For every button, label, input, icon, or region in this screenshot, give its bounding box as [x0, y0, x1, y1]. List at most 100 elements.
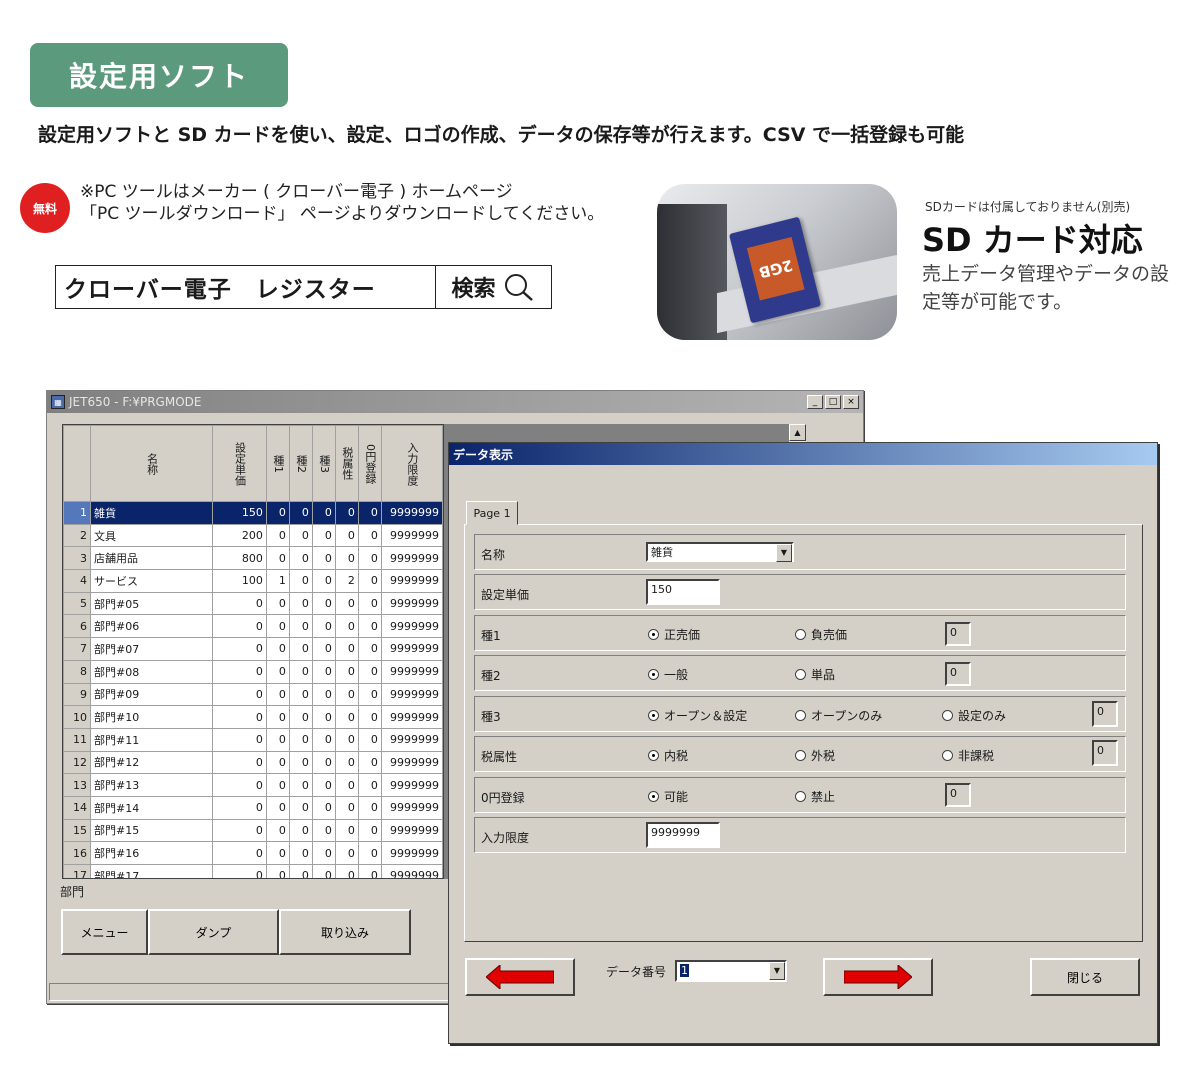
cell-price[interactable]: 0 [212, 659, 267, 684]
cell-tax[interactable]: 0 [334, 546, 359, 571]
col-header-s1[interactable]: 種1 [265, 425, 290, 502]
cell-limit[interactable]: 9999999 [380, 773, 443, 797]
cell-price[interactable]: 800 [212, 546, 267, 571]
cell-s3[interactable]: 0 [311, 546, 336, 571]
table-row[interactable]: 7 部門#07 0 0 0 0 0 0 9999999 [63, 637, 443, 661]
table-row[interactable]: 17 部門#17 0 0 0 0 0 0 9999999 [63, 864, 443, 878]
cell-s2[interactable]: 0 [288, 659, 313, 684]
cell-s2[interactable]: 0 [288, 501, 313, 525]
cell-tax[interactable]: 0 [334, 727, 359, 752]
cell-s1[interactable]: 0 [265, 727, 290, 752]
table-row[interactable]: 1 雑貨 150 0 0 0 0 0 9999999 [63, 501, 443, 525]
cell-s2[interactable]: 0 [288, 795, 313, 820]
cell-tax[interactable]: 2 [334, 569, 359, 593]
row-number[interactable]: 2 [63, 523, 91, 548]
cell-price[interactable]: 0 [212, 682, 267, 707]
cell-tax[interactable]: 0 [334, 795, 359, 820]
price-input[interactable]: 150 [646, 579, 720, 605]
cell-zero[interactable]: 0 [357, 818, 382, 843]
cell-s1[interactable]: 0 [265, 614, 290, 639]
cell-name[interactable]: 部門#06 [89, 614, 214, 639]
cell-name[interactable]: 雑貨 [89, 501, 214, 525]
cell-limit[interactable]: 9999999 [380, 841, 443, 865]
row-number[interactable]: 9 [63, 682, 91, 707]
cell-s2[interactable]: 0 [288, 705, 313, 729]
row-number[interactable]: 12 [63, 750, 91, 775]
cell-name[interactable]: 部門#10 [89, 705, 214, 729]
cell-name[interactable]: 部門#15 [89, 818, 214, 843]
next-button[interactable] [823, 958, 933, 996]
table-row[interactable]: 6 部門#06 0 0 0 0 0 0 9999999 [63, 614, 443, 639]
row-number[interactable]: 17 [63, 864, 91, 878]
cell-s3[interactable]: 0 [311, 750, 336, 775]
cell-price[interactable]: 0 [212, 727, 267, 752]
row-number[interactable]: 4 [63, 569, 91, 593]
cell-tax[interactable]: 0 [334, 501, 359, 525]
table-row[interactable]: 11 部門#11 0 0 0 0 0 0 9999999 [63, 727, 443, 752]
cell-s2[interactable]: 0 [288, 591, 313, 616]
cell-zero[interactable]: 0 [357, 523, 382, 548]
row-number[interactable]: 10 [63, 705, 91, 729]
table-row[interactable]: 16 部門#16 0 0 0 0 0 0 9999999 [63, 841, 443, 865]
row-number[interactable]: 16 [63, 841, 91, 865]
table-row[interactable]: 13 部門#13 0 0 0 0 0 0 9999999 [63, 773, 443, 797]
cell-zero[interactable]: 0 [357, 727, 382, 752]
s3-radio-open-and-set[interactable]: オープン＆設定 [648, 707, 747, 724]
table-row[interactable]: 12 部門#12 0 0 0 0 0 0 9999999 [63, 750, 443, 775]
cell-tax[interactable]: 0 [334, 864, 359, 878]
cell-s3[interactable]: 0 [311, 614, 336, 639]
cell-zero[interactable]: 0 [357, 659, 382, 684]
cell-limit[interactable]: 9999999 [380, 750, 443, 775]
cell-limit[interactable]: 9999999 [380, 501, 443, 525]
cell-price[interactable]: 200 [212, 523, 267, 548]
cell-name[interactable]: 店舗用品 [89, 546, 214, 571]
table-row[interactable]: 10 部門#10 0 0 0 0 0 0 9999999 [63, 705, 443, 729]
table-row[interactable]: 9 部門#09 0 0 0 0 0 0 9999999 [63, 682, 443, 707]
cell-s1[interactable]: 0 [265, 864, 290, 878]
limit-input[interactable]: 9999999 [646, 822, 720, 848]
s1-radio-positive[interactable]: 正売価 [648, 626, 700, 643]
cell-s3[interactable]: 0 [311, 637, 336, 661]
search-button[interactable]: 検索 [436, 266, 551, 308]
row-number[interactable]: 7 [63, 637, 91, 661]
col-header-s3[interactable]: 種3 [311, 425, 336, 502]
cell-zero[interactable]: 0 [357, 682, 382, 707]
cell-tax[interactable]: 0 [334, 818, 359, 843]
cell-s3[interactable]: 0 [311, 864, 336, 878]
cell-zero[interactable]: 0 [357, 705, 382, 729]
cell-limit[interactable]: 9999999 [380, 569, 443, 593]
cell-s1[interactable]: 0 [265, 659, 290, 684]
table-row[interactable]: 8 部門#08 0 0 0 0 0 0 9999999 [63, 659, 443, 684]
cell-s2[interactable]: 0 [288, 841, 313, 865]
cell-price[interactable]: 0 [212, 841, 267, 865]
cell-zero[interactable]: 0 [357, 569, 382, 593]
tab-page-1[interactable]: Page 1 [466, 501, 518, 525]
table-row[interactable]: 14 部門#14 0 0 0 0 0 0 9999999 [63, 795, 443, 820]
cell-limit[interactable]: 9999999 [380, 546, 443, 571]
cell-tax[interactable]: 0 [334, 591, 359, 616]
cell-limit[interactable]: 9999999 [380, 614, 443, 639]
cell-zero[interactable]: 0 [357, 501, 382, 525]
cell-zero[interactable]: 0 [357, 864, 382, 878]
table-row[interactable]: 4 サービス 100 1 0 0 2 0 9999999 [63, 569, 443, 593]
table-row[interactable]: 3 店舗用品 800 0 0 0 0 0 9999999 [63, 546, 443, 571]
cell-limit[interactable]: 9999999 [380, 637, 443, 661]
cell-s1[interactable]: 0 [265, 682, 290, 707]
cell-price[interactable]: 0 [212, 773, 267, 797]
cell-price[interactable]: 0 [212, 614, 267, 639]
cell-s3[interactable]: 0 [311, 659, 336, 684]
cell-s1[interactable]: 0 [265, 501, 290, 525]
cell-tax[interactable]: 0 [334, 523, 359, 548]
cell-price[interactable]: 0 [212, 637, 267, 661]
col-header-s2[interactable]: 種2 [288, 425, 313, 502]
s2-radio-general[interactable]: 一般 [648, 666, 688, 683]
search-input[interactable]: クローバー電子 レジスター [56, 266, 436, 308]
cell-s1[interactable]: 1 [265, 569, 290, 593]
cell-price[interactable]: 0 [212, 750, 267, 775]
cell-s2[interactable]: 0 [288, 569, 313, 593]
cell-s2[interactable]: 0 [288, 637, 313, 661]
row-number[interactable]: 8 [63, 659, 91, 684]
row-number[interactable]: 13 [63, 773, 91, 797]
dump-button[interactable]: ダンプ [148, 909, 279, 955]
cell-limit[interactable]: 9999999 [380, 659, 443, 684]
